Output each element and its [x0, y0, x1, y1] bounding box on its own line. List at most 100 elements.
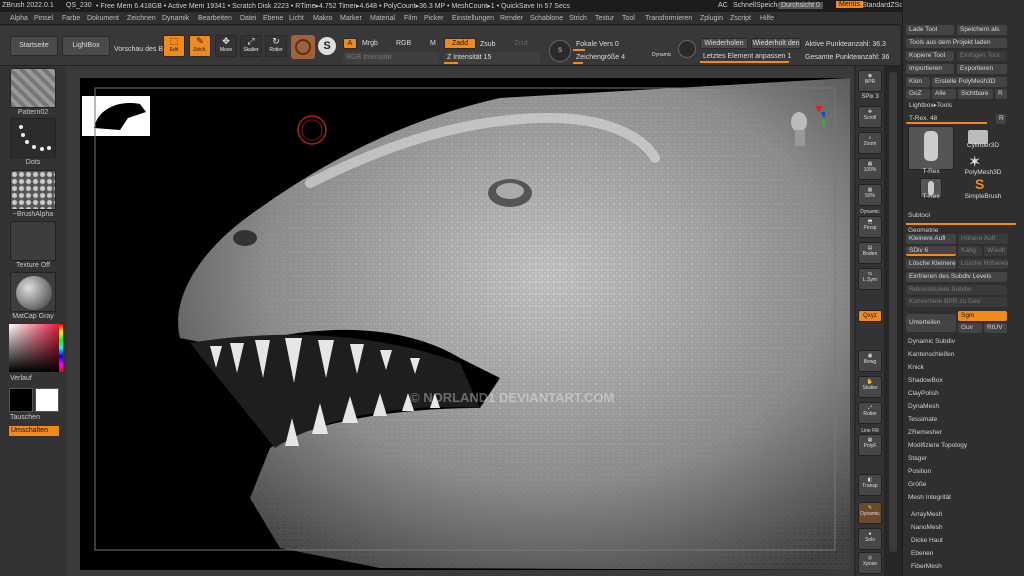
lightbox-button[interactable]: LightBox	[62, 36, 110, 56]
simplebrush-icon[interactable]: S	[975, 176, 984, 192]
geometry-subpalette[interactable]: Knick	[906, 362, 1016, 373]
menu-item[interactable]: Marker	[340, 15, 362, 22]
copy-tool-button[interactable]: Kopiere Tool	[906, 51, 954, 61]
rgb-intensity-slider[interactable]: RGB Intensität	[343, 52, 439, 64]
make-polymesh-button[interactable]: Erstelle PolyMesh3D	[932, 77, 1007, 87]
zadd-toggle[interactable]: Zadd	[444, 38, 476, 49]
view-move-button[interactable]: ✋ Skalier	[858, 376, 882, 398]
material-thumbnail[interactable]	[10, 272, 56, 312]
zcut-toggle[interactable]: Zcut	[514, 40, 528, 47]
redo-button[interactable]: Wiederholen	[700, 38, 748, 49]
convert-bpr-button[interactable]: Konvertiere BPR zu Geo	[906, 297, 1007, 307]
menu-item[interactable]: Bearbeiten	[198, 15, 232, 22]
geometry-subpalette[interactable]: ShadowBox	[906, 375, 1016, 386]
geometry-subpalette[interactable]: Position	[906, 466, 1016, 477]
menu-item[interactable]: Farbe	[62, 15, 80, 22]
divide-button[interactable]: Unterteilen	[906, 314, 956, 332]
z-intensity-slider[interactable]: Z Intensität 15	[444, 52, 540, 64]
home-button[interactable]: Startseite	[10, 36, 58, 56]
menu-item[interactable]: Alpha	[10, 15, 28, 22]
texture-thumbnail[interactable]	[10, 221, 56, 261]
geometry-subpalette[interactable]: Modifiziere Topology	[906, 440, 1016, 451]
m-toggle[interactable]: M	[430, 40, 436, 47]
menu-item[interactable]: Licht	[289, 15, 304, 22]
rstr-button[interactable]: Wiedh	[984, 246, 1007, 256]
lightbox-tools-button[interactable]: Lightbox▸Tools	[906, 101, 966, 111]
menu-item[interactable]: Picker	[424, 15, 443, 22]
spix-slider[interactable]: SPix 3	[858, 94, 882, 100]
focal-shift-slider[interactable]: Fokale Vers 0	[573, 39, 673, 51]
menu-item[interactable]: Datei	[240, 15, 256, 22]
delete-lower-button[interactable]: Lösche Kleinere	[906, 259, 956, 269]
menu-item[interactable]: Strich	[569, 15, 587, 22]
frame-button[interactable]: ▣ Bewg	[858, 350, 882, 372]
switch-color-button[interactable]: Umschalten	[9, 426, 59, 436]
rgb-toggle[interactable]: RGB	[396, 40, 411, 47]
geometry-subpalette[interactable]: Kantenschleifen	[906, 349, 1016, 360]
material-swatch[interactable]	[291, 35, 315, 59]
geometry-subpalette[interactable]: ClayPolish	[906, 388, 1016, 399]
polyframe-button[interactable]: ▦ PolyF	[858, 434, 882, 456]
ghost-button[interactable]: ✎ Dynamic	[858, 502, 882, 524]
delete-higher-button[interactable]: Lösche Höheres	[958, 259, 1008, 269]
save-as-button[interactable]: Speichern als	[957, 25, 1007, 35]
canvas[interactable]: © NORLAND1 DEVIANTART.COM	[80, 78, 850, 570]
adjust-last-slider[interactable]: Letztes Element anpassen 1	[700, 51, 801, 63]
geometry-subpalette[interactable]: DynaMesh	[906, 401, 1016, 412]
menu-item[interactable]: Schablone	[530, 15, 563, 22]
pattern-thumbnail[interactable]	[10, 68, 56, 108]
xpose-button[interactable]: ◎ Xpose	[858, 552, 882, 574]
quicksave-button[interactable]: SchnellSpeiche	[733, 2, 781, 9]
actual-size-button[interactable]: ▦ 100%	[858, 158, 882, 180]
sdiv-slider[interactable]: SDiv 6	[906, 246, 956, 256]
paste-tool-button[interactable]: Einfügen Tool	[957, 51, 1007, 61]
menu-item[interactable]: Zscript	[730, 15, 751, 22]
geometry-subpalette[interactable]: Mesh Integrität	[906, 492, 1016, 503]
dynamic-persp-label[interactable]: Dynamic	[858, 209, 882, 215]
menu-item[interactable]: Dokument	[87, 15, 119, 22]
tool-subpalette[interactable]: Ebenen	[909, 548, 1019, 559]
tool-thumb-trex[interactable]	[908, 126, 954, 170]
menu-item[interactable]: Hilfe	[760, 15, 774, 22]
view-scale-button[interactable]: ⤢ Rotier	[858, 402, 882, 424]
freeze-subdiv-button[interactable]: Einfrieren des Subdiv Levels	[906, 272, 1007, 282]
navigation-gizmo[interactable]	[785, 106, 827, 146]
tool-subpalette[interactable]: ArrayMesh	[909, 509, 1019, 520]
goz-button[interactable]: GoZ	[906, 89, 930, 99]
mrgb-toggle[interactable]: Mrgb	[362, 40, 378, 47]
transparency-slider[interactable]: Durchsicht 0	[778, 2, 823, 9]
zoom-button[interactable]: ⌕ Zoom	[858, 132, 882, 154]
scroll-button[interactable]: ✥ Scroll	[858, 106, 882, 128]
tool-subpalette[interactable]: Dicke Haut	[909, 535, 1019, 546]
import-button[interactable]: Importieren	[906, 64, 954, 74]
dynamic-size-icon[interactable]	[678, 40, 696, 58]
stroke-thumbnail[interactable]	[10, 118, 56, 158]
redo-at-button[interactable]: Wiederholt den	[751, 38, 801, 49]
menu-item[interactable]: Zeichnen	[127, 15, 156, 22]
geometry-subpalette[interactable]: Dynamic Subdiv	[906, 336, 1016, 347]
bpr-button[interactable]: ◉ BPR	[858, 70, 882, 92]
menu-item[interactable]: Pinsel	[34, 15, 53, 22]
geometry-subpalette[interactable]: Stager	[906, 453, 1016, 464]
color-picker[interactable]	[9, 324, 59, 372]
subtool-section[interactable]: Subtool	[906, 210, 1016, 221]
geometry-section[interactable]: Geometrie	[906, 223, 1016, 234]
smt-toggle[interactable]: Sgm	[958, 311, 1007, 321]
load-tool-button[interactable]: Lade Tool	[906, 25, 954, 35]
reuv-toggle[interactable]: RtUV	[984, 323, 1007, 333]
geometry-subpalette[interactable]: Größe	[906, 479, 1016, 490]
secondary-color-swatch[interactable]	[35, 388, 59, 412]
menu-item[interactable]: Makro	[313, 15, 332, 22]
visible-button[interactable]: Sichtbare	[958, 89, 993, 99]
solo-button[interactable]: ● Solo	[858, 528, 882, 550]
floor-button[interactable]: ▤ Boden	[858, 242, 882, 264]
menu-item[interactable]: Ebene	[263, 15, 283, 22]
geometry-subpalette[interactable]: ZRemesher	[906, 427, 1016, 438]
menu-item[interactable]: Render	[500, 15, 523, 22]
zsub-toggle[interactable]: Zsub	[480, 41, 496, 48]
a-toggle[interactable]: A	[343, 38, 357, 49]
edit-button[interactable]: ⬚ Edit	[163, 35, 185, 57]
load-project-tools-button[interactable]: Tools aus dem Projekt laden	[906, 38, 1007, 48]
ac-label[interactable]: AC	[718, 2, 728, 9]
tool-subpalette[interactable]: FiberMesh	[909, 561, 1019, 572]
